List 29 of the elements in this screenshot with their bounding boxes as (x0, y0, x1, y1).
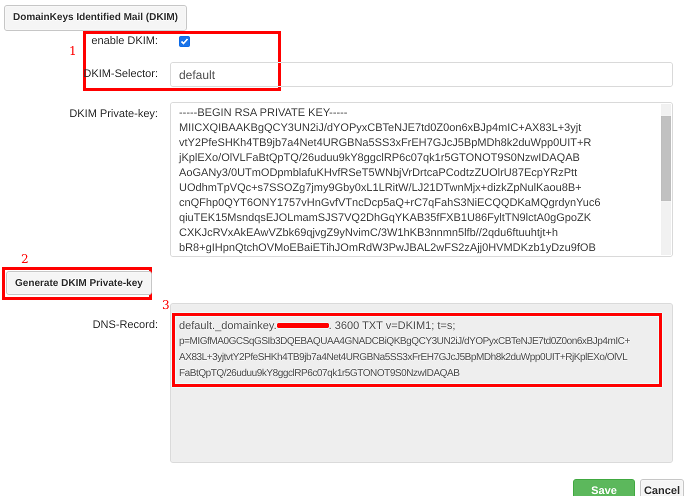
key-line: MIICXQIBAAKBgQCY3UN2iJ/dYOPyxCBTeNJE7td0Z0on6xBJp4mIC+AX83L+3yjt (179, 120, 582, 136)
record-line: p=MIGfMA0GCSqGSIb3DQEBAQUAA4GNADCBiQKBgQCY3UN2iJ/dYOPyxCBTeNJE7td0Z0on6xBJp4mIC+ (179, 334, 630, 348)
record-line: FaBtQpTQ/26uduu9kY8ggclRP6c07qk1r5GTONOT9S0NzwIDAQAB (179, 366, 460, 380)
cancel-button[interactable]: Cancel (640, 478, 684, 496)
field-label: DKIM Private-key: (69, 106, 158, 122)
record-line: AX83L+3yjtvtY2PfeSHKh4TB9jb7a4Net4URGBNa5SS3xFrEH7GJcJ5BpMDh8k2duWpp0UIT+RjKplEXo/OlVL (179, 350, 628, 364)
key-line: UOdhmTpVQc+s7SSOZg7jmy9Gby0xL1LRitW/LJ21DTwnMjx+dizkZpNulKaou8B+ (179, 180, 583, 196)
field-label: enable DKIM: (90, 34, 159, 49)
section-button[interactable]: DomainKeys Identified Mail (DKIM) (4, 4, 188, 30)
key-line: vtY2PfeSHKh4TB9jb7a4Net4URGBNa5SS3xFrEH7GJcJ5BpMDh8k2duWpp0UIT+R (179, 136, 592, 150)
key-line: bR8+gIHpnQtchOVMoEBaiETihJOmRdW3PwJBAL2wFS2zAjj0HVMDKzb1yDzu9fOB (179, 240, 597, 256)
key-line: jKplEXo/OlVLFaBtQpTQ/26uduu9kY8ggclRP6c07qk1r5GTONOT9S0NzwIDAQAB (179, 150, 581, 166)
checkmark-icon (180, 36, 189, 46)
field-label: DNS-Record: (92, 318, 158, 332)
annotation-number: 1 (69, 42, 77, 60)
checkbox[interactable] (179, 36, 190, 46)
selector-field[interactable]: default (170, 62, 673, 87)
private-key-textarea[interactable] (170, 102, 673, 256)
key-line: qiuTEK15MsndqsEJOLmamSJS7VQ2DhGqYKAB35fFXB1U86FyltTN9lctA0gGpoZK (179, 210, 592, 226)
key-line: CXKJcRVxAkEAwVZbk69qjvgZ9yNvimC/3W1hKB3nnmn5lfb//2qdu6ftuuhtjt+h (179, 226, 559, 240)
generate-key-button[interactable]: Generate DKIM Private-key (6, 271, 152, 295)
annotation-number: 3 (162, 296, 170, 314)
record-text: . 3600 TXT v=DKIM1; t=s; (328, 318, 456, 334)
redaction-mark (276, 323, 329, 328)
annotation-number: 2 (21, 250, 29, 268)
key-line: AoGANy3/0UTmODpmblafuKHvfRSeT5WNbjVrDrtcaPCodtzZUOlrU87EcpYRzPtt (179, 166, 578, 180)
key-line: cnQFhp0QYT6ONY1757vHnGvfVTncDcp5aQ+rC7qFahS3NiECQQDKaMQgrdynYuc6 (179, 196, 602, 210)
record-text: default._domainkey. (179, 318, 277, 334)
key-line: -----BEGIN RSA PRIVATE KEY----- (179, 106, 348, 120)
